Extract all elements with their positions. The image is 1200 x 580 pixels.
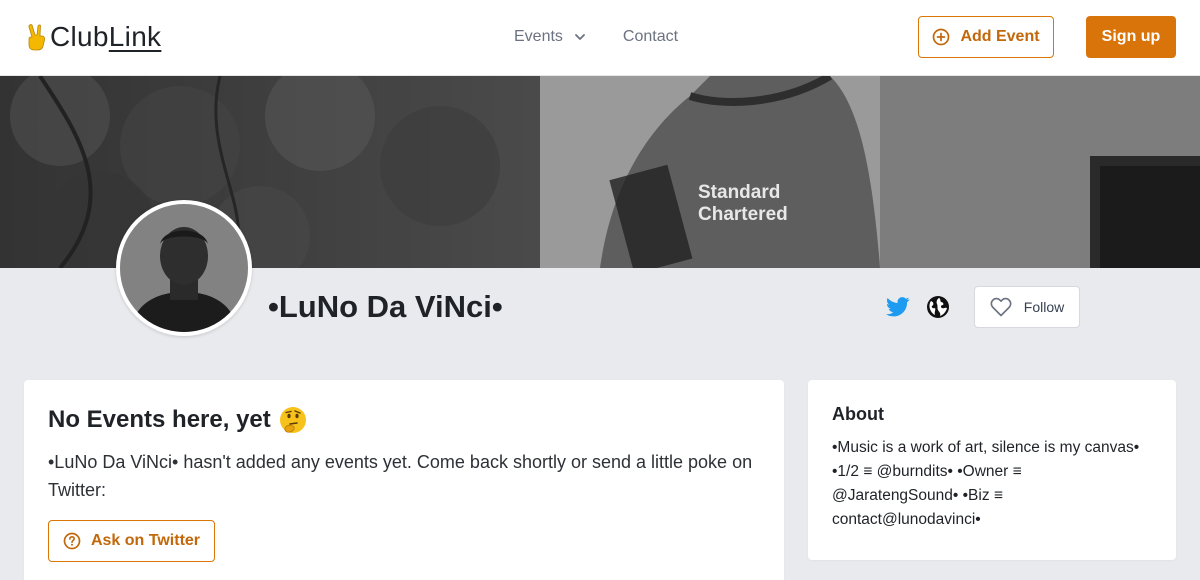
- question-circle-icon: [63, 532, 81, 550]
- events-heading-text: No Events here, yet: [48, 406, 271, 433]
- ask-on-twitter-label: Ask on Twitter: [90, 532, 201, 549]
- top-navbar: ClubLink Events Contact Add Event Sign u…: [0, 0, 1200, 76]
- add-event-button[interactable]: Add Event: [918, 16, 1054, 58]
- peace-hand-icon: [28, 24, 46, 51]
- nav-events-dropdown[interactable]: Events: [514, 25, 587, 49]
- events-card: No Events here, yet •LuNo Da ViNci• hasn…: [24, 380, 784, 580]
- about-card: About •Music is a work of art, silence i…: [808, 380, 1176, 560]
- profile-avatar-image: [120, 204, 248, 332]
- nav-contact-link[interactable]: Contact: [623, 25, 678, 49]
- events-empty-message: •LuNo Da ViNci• hasn't added any events …: [48, 452, 753, 500]
- nav-contact-label: Contact: [622, 28, 679, 45]
- follow-button[interactable]: Follow: [974, 286, 1080, 328]
- twitter-icon[interactable]: [886, 296, 910, 318]
- events-heading: No Events here, yet: [48, 404, 760, 436]
- add-event-label: Add Event: [960, 28, 1040, 45]
- clublink-logo[interactable]: ClubLink: [26, 20, 161, 54]
- plus-circle-icon: [933, 28, 950, 46]
- nav-events-label: Events: [514, 28, 563, 45]
- follow-label: Follow: [1023, 299, 1065, 315]
- profile-name: •LuNo Da ViNci•: [268, 289, 503, 324]
- heart-icon: [990, 297, 1012, 317]
- globe-icon[interactable]: [926, 295, 950, 319]
- svg-text:Chartered: Chartered: [698, 204, 788, 225]
- logo-text-link: Link: [108, 21, 162, 52]
- profile-avatar: [116, 200, 252, 336]
- sign-up-button[interactable]: Sign up: [1086, 16, 1176, 58]
- about-bio-text: •Music is a work of art, silence is my c…: [832, 439, 1140, 528]
- sign-up-label: Sign up: [1101, 28, 1161, 45]
- logo-text-club: Club: [50, 21, 109, 52]
- ask-on-twitter-button[interactable]: Ask on Twitter: [48, 520, 215, 562]
- svg-text:Standard: Standard: [698, 182, 780, 203]
- thinking-face-icon: [279, 407, 306, 433]
- chevron-down-icon: [575, 34, 585, 40]
- about-heading: About: [832, 404, 884, 424]
- main-nav: Events Contact: [514, 25, 678, 49]
